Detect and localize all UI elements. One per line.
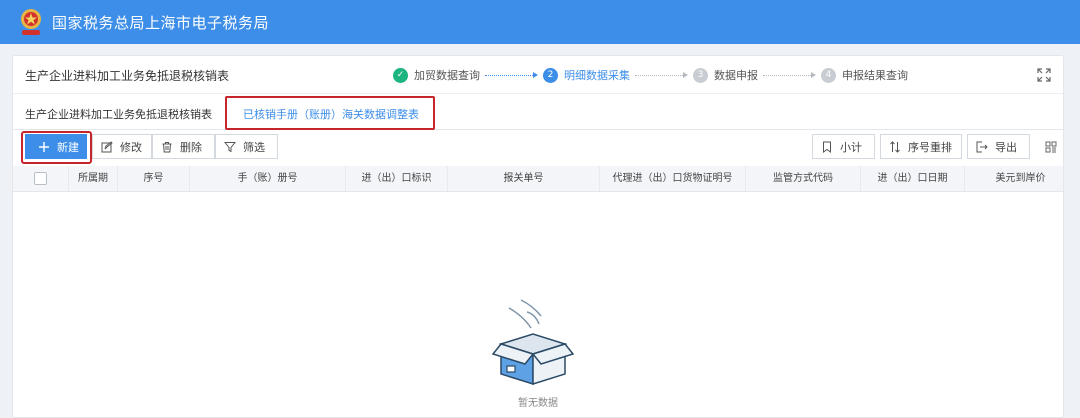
- export-button-label: 导出: [995, 140, 1017, 154]
- step-4-number: 4: [821, 67, 836, 83]
- tab-customs-adjustment[interactable]: 已核销手册（账册）海关数据调整表: [243, 106, 419, 122]
- new-button[interactable]: 新建: [25, 134, 87, 159]
- delete-button[interactable]: 删除: [152, 134, 215, 159]
- check-icon: ✓: [393, 67, 408, 83]
- edit-button-label: 修改: [120, 140, 142, 154]
- reorder-button[interactable]: 序号重排: [880, 134, 962, 159]
- tab-bar: 生产企业进料加工业务免抵退税核销表 已核销手册（账册）海关数据调整表: [13, 94, 1063, 130]
- col-handbook[interactable]: 手（账）册号: [190, 166, 346, 191]
- step-1-label: 加贸数据查询: [414, 69, 480, 82]
- export-icon: [976, 141, 988, 152]
- col-seq[interactable]: 序号: [118, 166, 190, 191]
- tab-writeoff-table[interactable]: 生产企业进料加工业务免抵退税核销表: [25, 106, 212, 122]
- step-1[interactable]: ✓ 加贸数据查询: [393, 67, 480, 83]
- step-3[interactable]: 3 数据申报: [693, 67, 758, 83]
- filter-button[interactable]: 筛选: [215, 134, 278, 159]
- step-3-number: 3: [693, 67, 708, 83]
- col-declaration[interactable]: 报关单号: [448, 166, 600, 191]
- trash-icon: [162, 141, 172, 152]
- col-period[interactable]: 所属期: [69, 166, 118, 191]
- col-io-date[interactable]: 进（出）口日期: [861, 166, 965, 191]
- step-4-label: 申报结果查询: [842, 69, 908, 82]
- edit-icon: [101, 140, 113, 152]
- export-button[interactable]: 导出: [967, 134, 1030, 159]
- tax-emblem-icon: [21, 9, 41, 35]
- main-card: 生产企业进料加工业务免抵退税核销表 ✓ 加贸数据查询 2 明细数据采集 3 数据…: [12, 55, 1064, 418]
- table-header: 所属期 序号 手（账）册号 进（出）口标识 报关单号 代理进（出）口货物证明号 …: [13, 166, 1063, 192]
- col-io-flag[interactable]: 进（出）口标识: [346, 166, 448, 191]
- col-supervision[interactable]: 监管方式代码: [746, 166, 861, 191]
- step-connector: [763, 72, 816, 78]
- empty-state-text: 暂无数据: [518, 398, 558, 409]
- new-button-label: 新建: [57, 140, 79, 154]
- subtotal-button[interactable]: 小计: [812, 134, 875, 159]
- page-title: 生产企业进料加工业务免抵退税核销表: [25, 69, 230, 83]
- step-4[interactable]: 4 申报结果查询: [821, 67, 908, 83]
- delete-button-label: 删除: [180, 140, 202, 154]
- filter-icon: [224, 141, 236, 152]
- empty-box-icon: [491, 299, 575, 386]
- fullscreen-icon[interactable]: [1037, 68, 1051, 82]
- grid-icon[interactable]: [1045, 141, 1057, 153]
- plus-icon: [39, 141, 49, 152]
- site-title: 国家税务总局上海市电子税务局: [52, 13, 270, 32]
- bookmark-icon: [823, 141, 831, 153]
- reorder-button-label: 序号重排: [908, 140, 952, 154]
- page-header: 生产企业进料加工业务免抵退税核销表 ✓ 加贸数据查询 2 明细数据采集 3 数据…: [13, 56, 1063, 94]
- select-all-cell: [13, 166, 69, 191]
- step-progress: ✓ 加贸数据查询 2 明细数据采集 3 数据申报 4 申报结果查询: [393, 66, 908, 84]
- sort-icon: [890, 140, 900, 153]
- subtotal-button-label: 小计: [840, 140, 862, 154]
- select-all-checkbox[interactable]: [34, 172, 47, 185]
- step-connector: [485, 72, 538, 78]
- filter-button-label: 筛选: [243, 140, 265, 154]
- step-2[interactable]: 2 明细数据采集: [543, 67, 630, 83]
- top-bar: 国家税务总局上海市电子税务局: [0, 0, 1080, 44]
- edit-button[interactable]: 修改: [92, 134, 152, 159]
- step-2-number: 2: [543, 67, 558, 83]
- toolbar: 新建 修改 删除 筛选 小计 序号重排 导出: [13, 131, 1063, 164]
- step-3-label: 数据申报: [714, 69, 758, 82]
- col-agent-cert[interactable]: 代理进（出）口货物证明号: [600, 166, 746, 191]
- col-cif-usd[interactable]: 美元到岸价: [965, 166, 1063, 191]
- step-2-label: 明细数据采集: [564, 69, 630, 82]
- step-connector: [635, 72, 688, 78]
